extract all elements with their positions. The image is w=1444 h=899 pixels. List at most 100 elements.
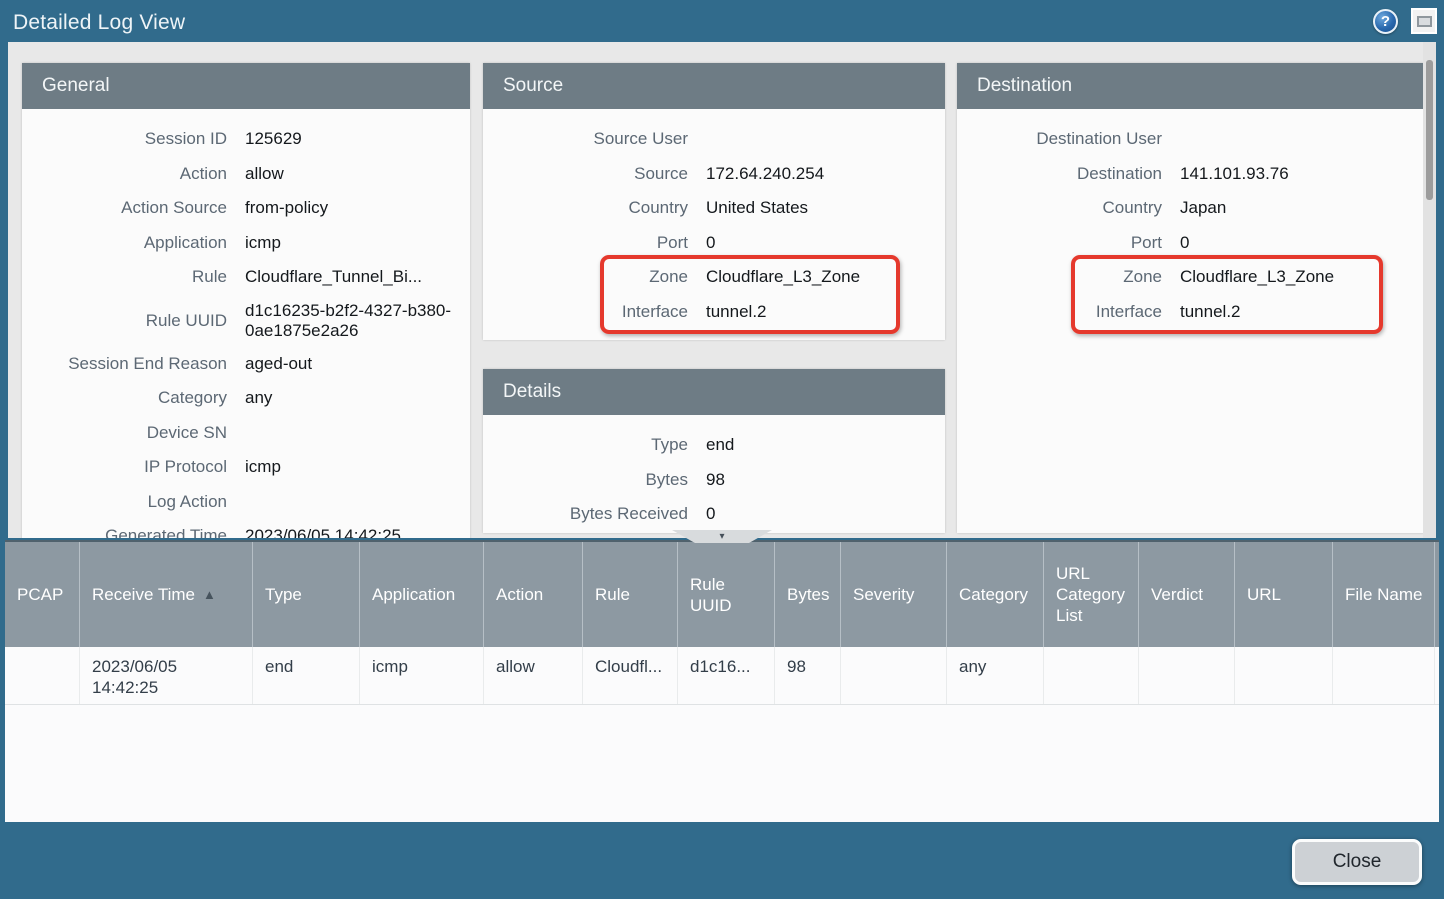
cell-category: any [947, 647, 1044, 704]
column-header-application[interactable]: Application [360, 542, 484, 647]
window-restore-icon[interactable] [1411, 8, 1437, 34]
table-row[interactable]: 2023/06/05 14:42:25 end icmp allow Cloud… [5, 647, 1439, 705]
field-value: 2023/06/05 14:42:25 [245, 526, 470, 538]
cell-pcap [5, 647, 80, 704]
field-label: Destination User [957, 129, 1162, 149]
column-header-url[interactable]: URL [1235, 542, 1333, 647]
field-label: Interface [957, 302, 1162, 322]
general-row-rule-uuid: Rule UUID d1c16235-b2f2-4327-b380-0ae187… [22, 295, 470, 347]
field-label: Rule [22, 267, 227, 287]
field-label: Port [483, 233, 688, 253]
details-row-bytes-received: Bytes Received 0 [483, 497, 945, 532]
destination-panel-header: Destination [957, 63, 1424, 109]
field-label: Log Action [22, 492, 227, 512]
field-label: Zone [957, 267, 1162, 287]
general-row-session-id: Session ID 125629 [22, 122, 470, 157]
vertical-scrollbar[interactable] [1423, 42, 1436, 538]
field-value: Japan [1180, 198, 1424, 218]
cell-bytes: 98 [775, 647, 841, 704]
cell-rule: Cloudfl... [583, 647, 678, 704]
log-table-header: PCAP Receive Time▲ Type Application Acti… [5, 542, 1439, 647]
column-header-bytes[interactable]: Bytes [775, 542, 841, 647]
column-header-type[interactable]: Type [253, 542, 360, 647]
column-label: Action [496, 584, 543, 605]
field-value: 0 [706, 504, 945, 524]
chevron-down-icon: ▾ [719, 532, 724, 542]
field-value: icmp [245, 233, 470, 253]
help-glyph: ? [1381, 13, 1390, 30]
field-value: Cloudflare_Tunnel_Bi... [245, 267, 470, 287]
source-panel-header: Source [483, 63, 945, 109]
column-header-rule[interactable]: Rule [583, 542, 678, 647]
column-header-category[interactable]: Category [947, 542, 1044, 647]
field-value: d1c16235-b2f2-4327-b380-0ae1875e2a26 [245, 301, 470, 341]
column-header-severity[interactable]: Severity [841, 542, 947, 647]
field-value: United States [706, 198, 945, 218]
field-value: aged-out [245, 354, 470, 374]
general-panel: General Session ID 125629 Action allow A… [22, 63, 470, 538]
field-label: Application [22, 233, 227, 253]
help-icon[interactable]: ? [1373, 9, 1398, 34]
field-label: Destination [957, 164, 1162, 184]
field-label: Generated Time [22, 526, 227, 538]
column-label: Category [959, 584, 1028, 605]
cell-verdict [1139, 647, 1235, 704]
column-label: Type [265, 584, 302, 605]
column-header-action[interactable]: Action [484, 542, 583, 647]
column-header-pcap[interactable]: PCAP [5, 542, 80, 647]
log-table: PCAP Receive Time▲ Type Application Acti… [5, 540, 1439, 822]
column-label: Application [372, 584, 455, 605]
column-header-receive-time[interactable]: Receive Time▲ [80, 542, 253, 647]
column-label: Severity [853, 584, 914, 605]
general-row-application: Application icmp [22, 226, 470, 261]
field-value: tunnel.2 [1180, 302, 1424, 322]
field-label: Country [957, 198, 1162, 218]
sort-ascending-icon: ▲ [203, 584, 216, 605]
column-label: PCAP [17, 584, 63, 605]
destination-row-interface: Interface tunnel.2 [957, 295, 1424, 330]
source-row-interface: Interface tunnel.2 [483, 295, 945, 330]
general-row-session-end-reason: Session End Reason aged-out [22, 347, 470, 382]
field-label: Rule UUID [22, 311, 227, 331]
general-panel-header: General [22, 63, 470, 109]
column-label: Verdict [1151, 584, 1203, 605]
field-value: 98 [706, 470, 945, 490]
general-row-rule: Rule Cloudflare_Tunnel_Bi... [22, 260, 470, 295]
column-header-rule-uuid[interactable]: Rule UUID [678, 542, 775, 647]
general-row-log-action: Log Action [22, 485, 470, 520]
general-row-device-sn: Device SN [22, 416, 470, 451]
column-label: Bytes [787, 584, 830, 605]
source-row-country: Country United States [483, 191, 945, 226]
field-label: Device SN [22, 423, 227, 443]
column-header-verdict[interactable]: Verdict [1139, 542, 1235, 647]
field-value: end [706, 435, 945, 455]
field-value: 172.64.240.254 [706, 164, 945, 184]
column-header-url-category-list[interactable]: URL Category List [1044, 542, 1139, 647]
cell-url-category-list [1044, 647, 1139, 704]
column-header-file-name[interactable]: File Name [1333, 542, 1435, 647]
field-value: 0 [706, 233, 945, 253]
close-button[interactable]: Close [1292, 839, 1422, 885]
page-title: Detailed Log View [13, 11, 185, 35]
detail-panels-section: General Session ID 125629 Action allow A… [8, 42, 1436, 538]
destination-row-country: Country Japan [957, 191, 1424, 226]
field-label: Session ID [22, 129, 227, 149]
destination-panel: Destination Destination User Destination… [957, 63, 1424, 533]
field-label: Session End Reason [22, 354, 227, 374]
details-panel: Details Type end Bytes 98 Bytes Received… [483, 369, 945, 533]
cell-type: end [253, 647, 360, 704]
cell-receive-time: 2023/06/05 14:42:25 [80, 647, 253, 704]
destination-row-destination: Destination 141.101.93.76 [957, 157, 1424, 192]
details-panel-header: Details [483, 369, 945, 415]
scrollbar-thumb[interactable] [1426, 60, 1433, 200]
general-row-ip-protocol: IP Protocol icmp [22, 450, 470, 485]
general-row-category: Category any [22, 381, 470, 416]
source-row-source: Source 172.64.240.254 [483, 157, 945, 192]
column-label: Rule [595, 584, 630, 605]
field-label: Type [483, 435, 688, 455]
field-value: icmp [245, 457, 470, 477]
cell-severity [841, 647, 947, 704]
general-row-generated-time: Generated Time 2023/06/05 14:42:25 [22, 519, 470, 538]
field-value: 141.101.93.76 [1180, 164, 1424, 184]
general-row-action-source: Action Source from-policy [22, 191, 470, 226]
